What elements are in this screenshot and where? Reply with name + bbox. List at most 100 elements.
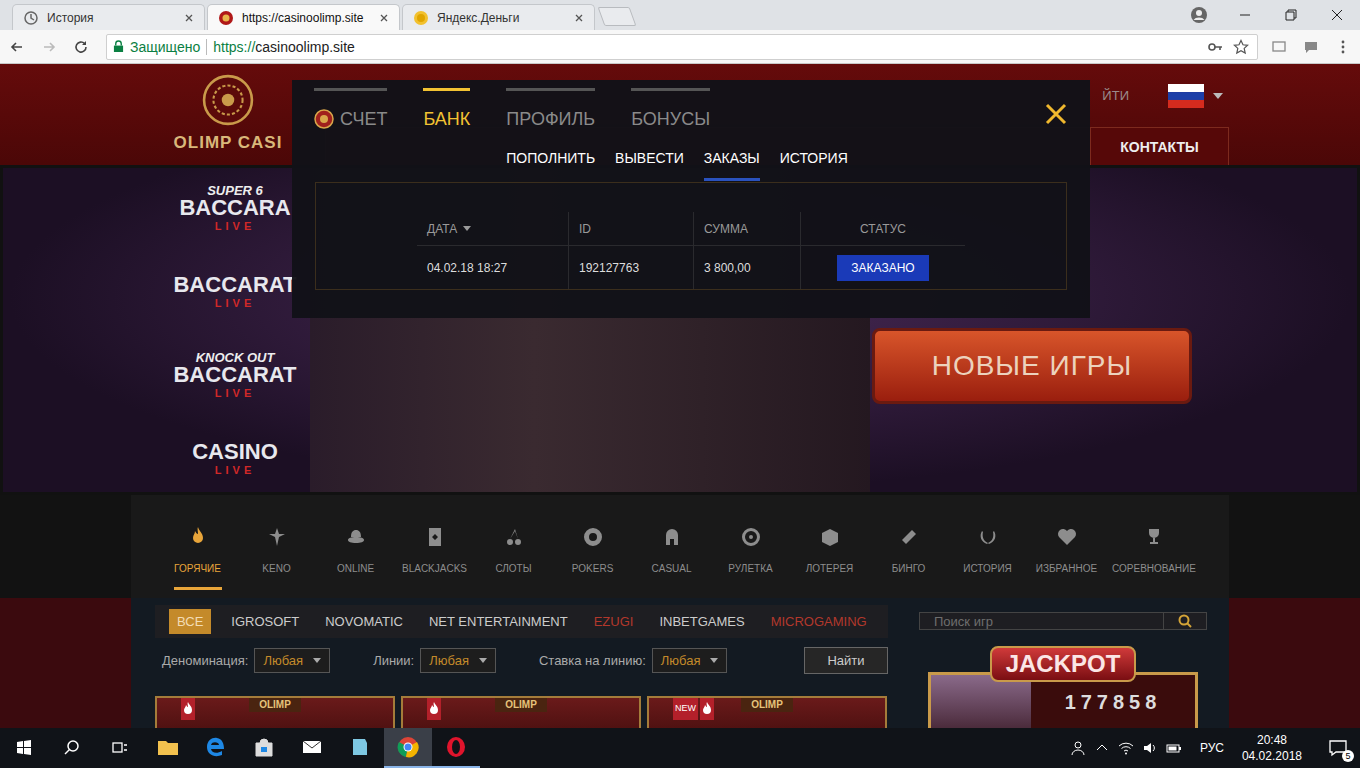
provider-tab[interactable]: NET ENTERTAINMENT — [429, 614, 568, 629]
category-item[interactable]: РУЛЕТКА — [711, 495, 790, 598]
login-link[interactable]: ЙТИ — [1102, 88, 1129, 103]
wifi-icon[interactable] — [1118, 740, 1134, 756]
filter-select[interactable]: Любая — [652, 648, 728, 673]
game-tile[interactable]: OLIMP — [401, 696, 641, 728]
people-icon[interactable] — [1070, 740, 1086, 756]
category-item[interactable]: BLACKJACKS — [395, 495, 474, 598]
category-item[interactable]: ИЗБРАННОЕ — [1027, 495, 1106, 598]
provider-tab[interactable]: MICROGAMING — [771, 614, 867, 629]
language-selector[interactable] — [1167, 84, 1223, 108]
nav-item[interactable]: КОНТАКТЫ — [1090, 128, 1228, 165]
chat-icon[interactable] — [1300, 36, 1322, 58]
new-tab-button[interactable] — [598, 7, 637, 26]
provider-tab[interactable]: EZUGI — [594, 614, 634, 629]
category-item[interactable]: CASUAL — [632, 495, 711, 598]
logo-sub: LIVE — [215, 465, 255, 476]
forward-icon[interactable] — [38, 36, 60, 58]
live-game-logo[interactable]: BACCARAT LIVE — [173, 274, 296, 309]
category-item[interactable]: ИСТОРИЯ — [948, 495, 1027, 598]
close-window-icon[interactable] — [1327, 5, 1347, 25]
game-tile[interactable]: OLIMP NEW — [647, 696, 887, 728]
filter-select[interactable]: Любая — [420, 648, 496, 673]
new-badge: NEW — [673, 698, 698, 720]
bank-subtab[interactable]: ИСТОРИЯ — [780, 148, 848, 181]
browser-tab[interactable]: https://casinoolimp.site — [207, 4, 400, 30]
clock[interactable]: 20:48 04.02.2018 — [1234, 732, 1310, 764]
close-tab-icon[interactable] — [184, 13, 194, 23]
modal-tab[interactable]: СЧЕТ — [314, 88, 387, 130]
find-button[interactable]: Найти — [804, 647, 888, 674]
action-center[interactable]: 5 — [1316, 728, 1360, 768]
category-item[interactable]: ONLINE — [316, 495, 395, 598]
search-button[interactable] — [1163, 613, 1206, 629]
bookmark-star-icon[interactable] — [1231, 37, 1251, 57]
separator — [206, 39, 207, 55]
live-game-logo[interactable]: SUPER 6 BACCARA LIVE — [179, 184, 290, 232]
restore-icon[interactable] — [1281, 5, 1301, 25]
status-badge[interactable]: ЗАКАЗАНО — [837, 255, 928, 281]
key-icon[interactable] — [1205, 37, 1225, 57]
taskbar-app[interactable] — [288, 728, 336, 768]
column-header[interactable]: СТАТУС — [800, 212, 965, 245]
input-language[interactable]: РУС — [1200, 741, 1224, 755]
category-item[interactable]: KENO — [237, 495, 316, 598]
reload-icon[interactable] — [70, 36, 92, 58]
modal-tab[interactable]: ПРОФИЛЬ — [506, 88, 595, 130]
new-games-button[interactable]: НОВЫЕ ИГРЫ — [872, 328, 1192, 404]
category-item[interactable]: POKERS — [553, 495, 632, 598]
task-view-icon[interactable] — [96, 728, 144, 768]
taskbar-app[interactable] — [144, 728, 192, 768]
provider-tab[interactable]: ВСЕ — [169, 609, 211, 634]
category-item[interactable]: СОРЕВНОВАНИЕ — [1106, 495, 1202, 598]
cast-icon[interactable] — [1268, 36, 1290, 58]
profile-icon[interactable] — [1189, 5, 1209, 25]
address-bar[interactable]: Защищено https://casinoolimp.site — [106, 34, 1258, 60]
bank-subtab[interactable]: ЗАКАЗЫ — [704, 148, 760, 181]
close-icon[interactable] — [1044, 102, 1068, 126]
logo-prefix: KNOCK OUT — [196, 351, 275, 364]
modal-tab[interactable]: БАНК — [423, 88, 470, 130]
close-tab-icon[interactable] — [574, 13, 584, 23]
account-coin-icon — [314, 109, 334, 129]
volume-icon[interactable] — [1142, 740, 1158, 756]
column-header[interactable]: СУММА — [693, 212, 800, 245]
menu-icon[interactable] — [1332, 36, 1354, 58]
filter-row: Деноминация: ЛюбаяЛинии: ЛюбаяСтавка на … — [155, 647, 888, 674]
browser-tab[interactable]: Яндекс.Деньги — [402, 4, 595, 30]
browser-tab[interactable]: История — [12, 4, 205, 30]
taskbar-app[interactable] — [384, 728, 432, 768]
bank-subtab[interactable]: ВЫВЕСТИ — [615, 148, 684, 181]
search-icon[interactable] — [48, 728, 96, 768]
category-item[interactable]: СЛОТЫ — [474, 495, 553, 598]
column-header[interactable]: ID — [568, 212, 693, 245]
taskbar-app[interactable] — [240, 728, 288, 768]
taskbar-app[interactable] — [336, 728, 384, 768]
provider-tab[interactable]: IGROSOFT — [231, 614, 299, 629]
category-item[interactable]: БИНГО — [869, 495, 948, 598]
back-icon[interactable] — [6, 36, 28, 58]
game-tile[interactable]: OLIMP — [155, 696, 395, 728]
bank-subtab[interactable]: ПОПОЛНИТЬ — [506, 148, 595, 181]
taskbar-app[interactable] — [192, 728, 240, 768]
live-game-logo[interactable]: KNOCK OUT BACCARAT LIVE — [173, 351, 296, 399]
windows-start-icon[interactable] — [0, 728, 48, 768]
provider-tab[interactable]: INBETGAMES — [659, 614, 744, 629]
modal-tab[interactable]: БОНУСЫ — [631, 88, 710, 130]
battery-icon[interactable] — [1166, 740, 1182, 756]
category-item[interactable]: ГОРЯЧИЕ — [158, 495, 237, 598]
close-tab-icon[interactable] — [379, 13, 389, 23]
provider-tab[interactable]: NOVOMATIC — [325, 614, 403, 629]
filter-select[interactable]: Любая — [254, 648, 330, 673]
live-game-logo[interactable]: CASINO LIVE — [192, 441, 278, 476]
search-input[interactable]: Поиск игр — [920, 613, 1163, 629]
jackpot-amount: 177858 — [1031, 691, 1195, 714]
taskbar-app[interactable] — [432, 728, 480, 768]
category-item[interactable]: ЛОТЕРЕЯ — [790, 495, 869, 598]
column-header[interactable]: ДАТА — [417, 212, 568, 245]
minimize-icon[interactable] — [1235, 5, 1255, 25]
show-hidden-icon[interactable] — [1094, 740, 1110, 756]
category-bar: ГОРЯЧИЕ KENO ONLINE BLACKJACKS СЛОТЫ POK… — [0, 495, 1360, 598]
